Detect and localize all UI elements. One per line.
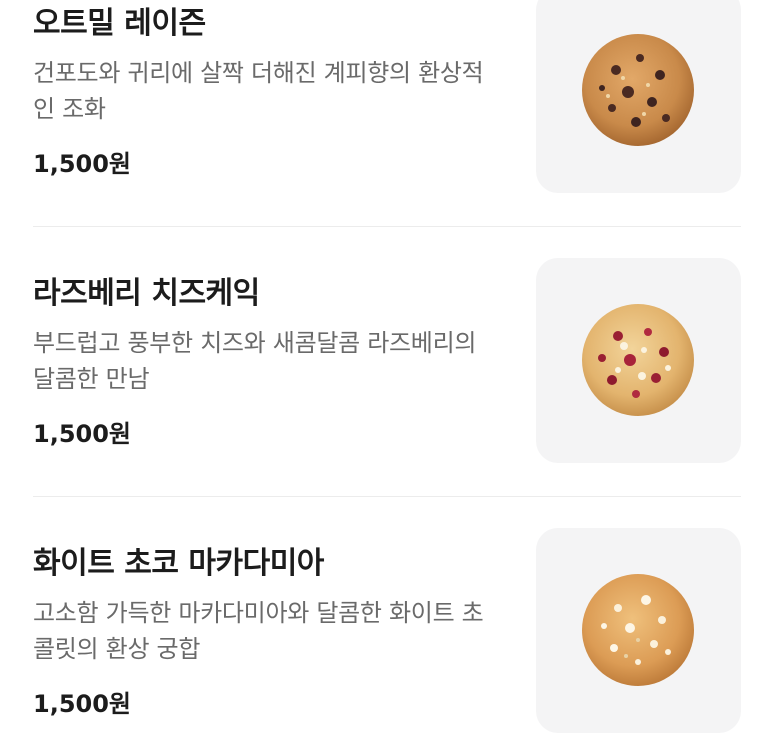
menu-item-description: 건포도와 귀리에 살짝 더해진 계피향의 환상적인 조화 (33, 59, 484, 123)
menu-item-title: 오트밀 레이즌 (33, 6, 206, 41)
menu-item-title: 화이트 초코 마카다미아 (33, 546, 324, 581)
divider (33, 496, 741, 497)
menu-list: 오트밀 레이즌 건포도와 귀리에 살짝 더해진 계피향의 환상적인 조화 1,5… (0, 0, 773, 752)
menu-item-image[interactable] (536, 258, 741, 463)
menu-item-title: 라즈베리 치즈케익 (33, 276, 260, 311)
menu-item-price: 1,500원 (33, 420, 131, 448)
raspberry-cheesecake-cookie-icon (582, 304, 694, 416)
menu-item-description: 고소함 가득한 마카다미아와 달콤한 화이트 초콜릿의 환상 궁합 (33, 599, 484, 663)
menu-item-price: 1,500원 (33, 150, 131, 178)
menu-item-image[interactable] (536, 528, 741, 733)
menu-item-oatmeal-raisin[interactable]: 오트밀 레이즌 건포도와 귀리에 살짝 더해진 계피향의 환상적인 조화 1,5… (0, 0, 773, 193)
menu-item-raspberry-cheesecake[interactable]: 라즈베리 치즈케익 부드럽고 풍부한 치즈와 새콤달콤 라즈베리의 달콤한 만남… (0, 228, 773, 463)
menu-item-description: 부드럽고 풍부한 치즈와 새콤달콤 라즈베리의 달콤한 만남 (33, 329, 477, 393)
oatmeal-raisin-cookie-icon (582, 34, 694, 146)
menu-item-price: 1,500원 (33, 690, 131, 718)
menu-item-image[interactable] (536, 0, 741, 193)
divider (33, 226, 741, 227)
menu-item-white-choco-macadamia[interactable]: 화이트 초코 마카다미아 고소함 가득한 마카다미아와 달콤한 화이트 초콜릿의… (0, 498, 773, 733)
white-choco-macadamia-cookie-icon (582, 574, 694, 686)
